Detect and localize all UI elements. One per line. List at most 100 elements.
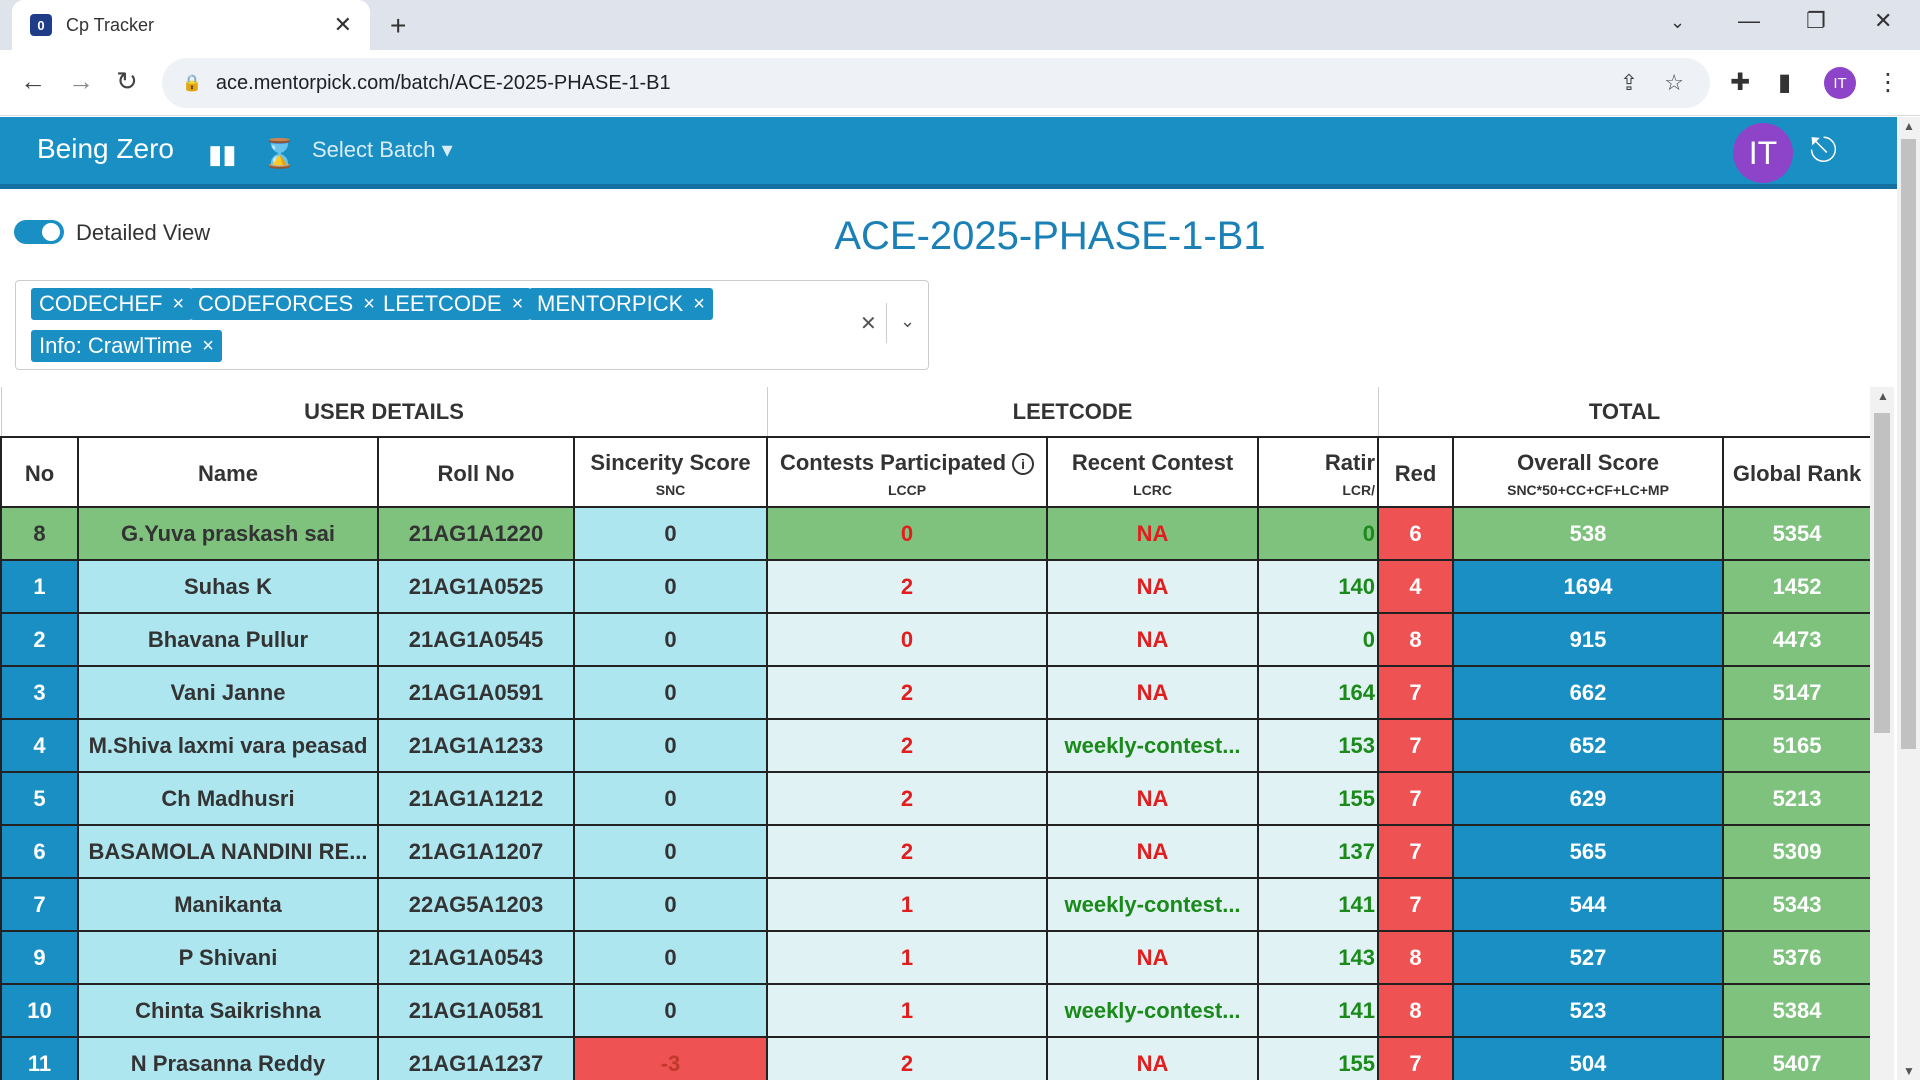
col-recent-contest[interactable]: Recent Contest LCRC	[1046, 436, 1260, 508]
cell-rank: 1452	[1722, 559, 1873, 614]
table-row[interactable]: 10 Chinta Saikrishna 21AG1A0581 0 1 week…	[0, 983, 1873, 1038]
col-overall-score[interactable]: Overall Score SNC*50+CC+CF+LC+MP	[1452, 436, 1725, 508]
browser-profile-avatar[interactable]: IT	[1824, 67, 1856, 99]
chevron-down-icon[interactable]: ⌄	[900, 311, 915, 332]
chip-remove-icon[interactable]: ×	[172, 293, 184, 316]
cell-lcr: 164	[1257, 665, 1380, 720]
extensions-icon[interactable]: ✚	[1730, 68, 1750, 97]
brand-logo[interactable]: Being Zero	[37, 133, 174, 165]
col-global-rank[interactable]: Global Rank	[1722, 436, 1873, 508]
table-row[interactable]: 9 P Shivani 21AG1A0543 0 1 NA 143 8 527 …	[0, 930, 1873, 985]
select-batch-dropdown[interactable]: Select Batch ▾	[312, 137, 453, 163]
side-panel-icon[interactable]: ▮	[1778, 68, 1791, 97]
cell-lcr: 140	[1257, 559, 1380, 614]
minimize-icon[interactable]: —	[1738, 8, 1760, 34]
table-row[interactable]: 7 Manikanta 22AG5A1203 0 1 weekly-contes…	[0, 877, 1873, 932]
cell-snc: 0	[572, 771, 769, 826]
cell-rank: 5384	[1722, 983, 1873, 1038]
clear-all-icon[interactable]: ✕	[860, 311, 877, 336]
group-header-row: USER DETAILS LEETCODE TOTAL	[0, 387, 1872, 438]
tab-close-icon[interactable]: ✕	[334, 12, 352, 38]
tab-search-icon[interactable]: ⌄	[1670, 12, 1685, 33]
restore-icon[interactable]: ❐	[1806, 8, 1826, 34]
table-row[interactable]: 11 N Prasanna Reddy 21AG1A1237 -3 2 NA 1…	[0, 1036, 1873, 1080]
platform-filter-multiselect[interactable]: CODECHEF × CODEFORCES × LEETCODE × MENTORPI…	[15, 280, 929, 370]
user-avatar[interactable]: IT	[1733, 123, 1793, 183]
cell-lcr: 153	[1257, 718, 1380, 773]
table-row[interactable]: 3 Vani Janne 21AG1A0591 0 2 NA 164 7 662…	[0, 665, 1873, 720]
table-row[interactable]: 6 BASAMOLA NANDINI RE... 21AG1A1207 0 2 …	[0, 824, 1873, 879]
cell-rank: 5376	[1722, 930, 1873, 985]
chip-remove-icon[interactable]: ×	[363, 293, 375, 316]
cell-lcrc: NA	[1046, 824, 1260, 879]
bookmark-star-icon[interactable]: ☆	[1664, 70, 1684, 96]
forward-icon[interactable]: →	[68, 66, 94, 97]
cell-no: 9	[0, 930, 79, 985]
col-red[interactable]: Red	[1377, 436, 1455, 508]
cell-rank: 5213	[1722, 771, 1873, 826]
page-title: ACE-2025-PHASE-1-B1	[834, 214, 1266, 258]
cell-lcrc: weekly-contest...	[1046, 877, 1260, 932]
cell-name: Chinta Saikrishna	[77, 983, 379, 1038]
back-icon[interactable]: ←	[20, 66, 46, 97]
table-row[interactable]: 4 M.Shiva laxmi vara peasad 21AG1A1233 0…	[0, 718, 1873, 773]
group-total: TOTAL	[1377, 387, 1872, 438]
cell-lccp: 1	[766, 877, 1049, 932]
window-close-icon[interactable]: ✕	[1874, 8, 1892, 34]
col-name[interactable]: Name	[77, 436, 379, 508]
browser-menu-icon[interactable]: ⋮	[1876, 68, 1900, 97]
col-contests-participated[interactable]: Contests Participated i LCCP	[766, 436, 1049, 508]
cell-red: 8	[1377, 930, 1455, 985]
table-row[interactable]: 2 Bhavana Pullur 21AG1A0545 0 0 NA 0 8 9…	[0, 612, 1873, 667]
cell-overall: 565	[1452, 824, 1725, 879]
lock-icon[interactable]: 🔒	[182, 73, 202, 93]
new-tab-icon[interactable]: +	[390, 10, 406, 42]
address-bar[interactable]: 🔒 ace.mentorpick.com/batch/ACE-2025-PHAS…	[162, 58, 1710, 108]
col-label: Global Rank	[1732, 461, 1862, 486]
cell-overall: 915	[1452, 612, 1725, 667]
logout-icon[interactable]: ⎋	[1810, 131, 1837, 170]
reload-icon[interactable]: ↻	[116, 66, 138, 97]
cell-name: G.Yuva praskash sai	[77, 506, 379, 561]
cell-snc: 0	[572, 877, 769, 932]
leaderboard-table: USER DETAILS LEETCODE TOTAL No Name Roll…	[0, 387, 1873, 1080]
bar-chart-icon[interactable]: ▮▮	[208, 139, 237, 170]
page-scrollbar-thumb[interactable]	[1901, 139, 1916, 749]
table-row[interactable]: 8 G.Yuva praskash sai 21AG1A1220 0 0 NA …	[0, 506, 1873, 561]
cell-overall: 629	[1452, 771, 1725, 826]
hourglass-icon[interactable]: ⌛	[262, 137, 297, 170]
info-icon[interactable]: i	[1012, 453, 1035, 476]
table-scrollbar[interactable]: ▲	[1870, 387, 1894, 1080]
cell-red: 7	[1377, 718, 1455, 773]
app-navbar: Being Zero ▮▮ ⌛ Select Batch ▾ IT ⎋	[0, 117, 1897, 189]
browser-tab-strip: 0 Cp Tracker ✕ + ⌄ — ❐ ✕	[0, 0, 1920, 50]
url-text[interactable]: ace.mentorpick.com/batch/ACE-2025-PHASE-…	[216, 72, 1620, 95]
table-scrollbar-thumb[interactable]	[1874, 413, 1890, 733]
cell-name: P Shivani	[77, 930, 379, 985]
detailed-view-toggle[interactable]	[14, 220, 64, 244]
cell-roll: 21AG1A0591	[377, 665, 575, 720]
col-roll-no[interactable]: Roll No	[377, 436, 575, 508]
chip-remove-icon[interactable]: ×	[202, 335, 214, 358]
col-rating[interactable]: Ratir LCR/	[1257, 436, 1380, 508]
col-sincerity-score[interactable]: Sincerity Score SNC	[572, 436, 769, 508]
table-row[interactable]: 5 Ch Madhusri 21AG1A1212 0 2 NA 155 7 62…	[0, 771, 1873, 826]
cell-snc: 0	[572, 612, 769, 667]
scroll-up-icon[interactable]: ▲	[1903, 119, 1915, 133]
cell-red: 4	[1377, 559, 1455, 614]
browser-tab[interactable]: 0 Cp Tracker ✕	[12, 0, 370, 50]
cell-lcr: 0	[1257, 612, 1380, 667]
share-icon[interactable]: ⇪	[1620, 70, 1638, 96]
scroll-down-icon[interactable]: ▼	[1903, 1064, 1915, 1078]
cell-lccp: 2	[766, 718, 1049, 773]
page-scrollbar[interactable]: ▲ ▼	[1897, 117, 1920, 1080]
cell-rank: 5407	[1722, 1036, 1873, 1080]
cell-lcrc: weekly-contest...	[1046, 983, 1260, 1038]
chip-remove-icon[interactable]: ×	[693, 293, 705, 316]
table-scroll-up-icon[interactable]: ▲	[1877, 389, 1889, 403]
chip-remove-icon[interactable]: ×	[512, 293, 524, 316]
col-no[interactable]: No	[0, 436, 79, 508]
cell-snc: 0	[572, 559, 769, 614]
table-row[interactable]: 1 Suhas K 21AG1A0525 0 2 NA 140 4 1694 1…	[0, 559, 1873, 614]
col-label: Contests Participated	[779, 450, 1007, 475]
